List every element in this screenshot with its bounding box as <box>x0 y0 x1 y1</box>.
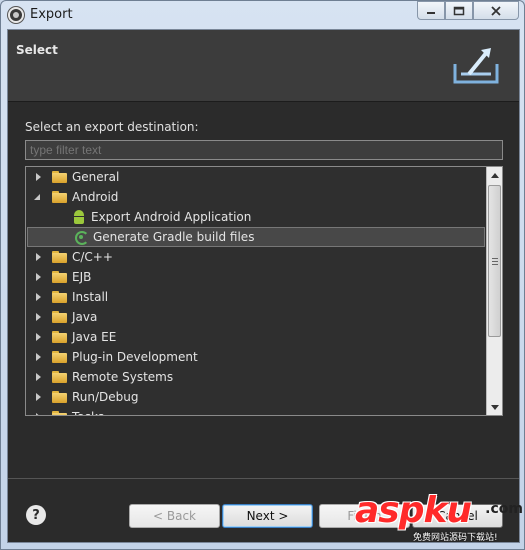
button-bar: ? < Back Next > Finish Cancel <box>8 478 519 542</box>
window-title: Export <box>30 7 73 22</box>
expand-closed-icon[interactable] <box>34 172 43 182</box>
tree-item-label: EJB <box>72 270 92 284</box>
tree-item-label: General <box>72 170 120 184</box>
tree-item[interactable]: Tasks <box>26 407 502 415</box>
scroll-up-arrow-icon[interactable] <box>487 167 502 183</box>
tree-item[interactable]: Generate Gradle build files <box>27 227 485 247</box>
gradle-icon <box>73 229 89 245</box>
tree-item-label: Java <box>72 310 98 324</box>
maximize-icon <box>453 6 465 15</box>
filter-input[interactable] <box>25 140 503 160</box>
maximize-button[interactable] <box>445 1 473 20</box>
wizard-header: Select <box>8 30 519 102</box>
tree-item[interactable]: Install <box>26 287 502 307</box>
folder-icon <box>52 311 68 323</box>
scroll-grip-icon <box>492 258 498 265</box>
expand-closed-icon[interactable] <box>34 252 43 262</box>
tree-item[interactable]: Java <box>26 307 502 327</box>
tree-item-label: Tasks <box>72 410 104 415</box>
eclipse-app-icon <box>8 7 24 23</box>
expand-closed-icon[interactable] <box>34 352 43 362</box>
dialog-client-area: Select Select an export destination: Gen… <box>7 29 520 543</box>
help-icon[interactable]: ? <box>26 505 46 525</box>
export-wizard-icon <box>453 48 499 84</box>
android-icon <box>71 209 87 225</box>
tree-item-label: Generate Gradle build files <box>93 230 255 244</box>
tree-item[interactable]: Run/Debug <box>26 387 502 407</box>
tree-scrollbar[interactable] <box>486 167 502 415</box>
folder-icon <box>52 171 68 183</box>
tree-item[interactable]: EJB <box>26 267 502 287</box>
tree-item-label: Java EE <box>72 330 117 344</box>
minimize-button[interactable] <box>417 1 445 20</box>
expand-closed-icon[interactable] <box>34 372 43 382</box>
folder-icon <box>52 291 68 303</box>
folder-icon <box>52 331 68 343</box>
folder-icon <box>52 251 68 263</box>
next-button[interactable]: Next > <box>222 504 313 528</box>
folder-icon <box>52 191 68 203</box>
expand-closed-icon[interactable] <box>34 272 43 282</box>
tree-item[interactable]: General <box>26 167 502 187</box>
folder-icon <box>52 391 68 403</box>
scroll-down-arrow-icon[interactable] <box>487 399 502 415</box>
tree-item-label: Export Android Application <box>91 210 252 224</box>
tree-item-label: C/C++ <box>72 250 113 264</box>
tree-item-label: Install <box>72 290 109 304</box>
minimize-icon <box>427 11 435 14</box>
window-controls <box>417 1 519 20</box>
tree-item[interactable]: Plug-in Development <box>26 347 502 367</box>
tree-item-label: Run/Debug <box>72 390 139 404</box>
close-button[interactable] <box>473 1 519 20</box>
destination-label: Select an export destination: <box>25 120 199 134</box>
tree-item[interactable]: Android <box>26 187 502 207</box>
back-button[interactable]: < Back <box>129 504 220 528</box>
tree-rows: General Android Export Android Application… <box>26 167 502 415</box>
tree-item-label: Remote Systems <box>72 370 174 384</box>
folder-icon <box>52 271 68 283</box>
expand-closed-icon[interactable] <box>34 312 43 322</box>
expand-open-icon[interactable] <box>34 193 43 202</box>
export-dialog: Export Select Select an export destinati… <box>0 0 525 550</box>
title-bar[interactable]: Export <box>1 1 524 29</box>
folder-icon <box>52 371 68 383</box>
expand-closed-icon[interactable] <box>34 412 43 415</box>
tree-item[interactable]: Java EE <box>26 327 502 347</box>
expand-closed-icon[interactable] <box>34 392 43 402</box>
destination-tree[interactable]: General Android Export Android Application… <box>25 166 503 416</box>
tree-item[interactable]: C/C++ <box>26 247 502 267</box>
page-title: Select <box>16 43 58 57</box>
folder-icon <box>52 411 68 415</box>
finish-button[interactable]: Finish <box>319 504 410 528</box>
expand-closed-icon[interactable] <box>34 332 43 342</box>
expand-closed-icon[interactable] <box>34 292 43 302</box>
folder-icon <box>52 351 68 363</box>
tree-item[interactable]: Remote Systems <box>26 367 502 387</box>
tree-item-label: Android <box>72 190 119 204</box>
tree-item-label: Plug-in Development <box>72 350 198 364</box>
scrollbar-thumb[interactable] <box>488 185 501 337</box>
cancel-button[interactable]: Cancel <box>412 504 503 528</box>
tree-item[interactable]: Export Android Application <box>26 207 502 227</box>
close-icon <box>491 5 501 16</box>
